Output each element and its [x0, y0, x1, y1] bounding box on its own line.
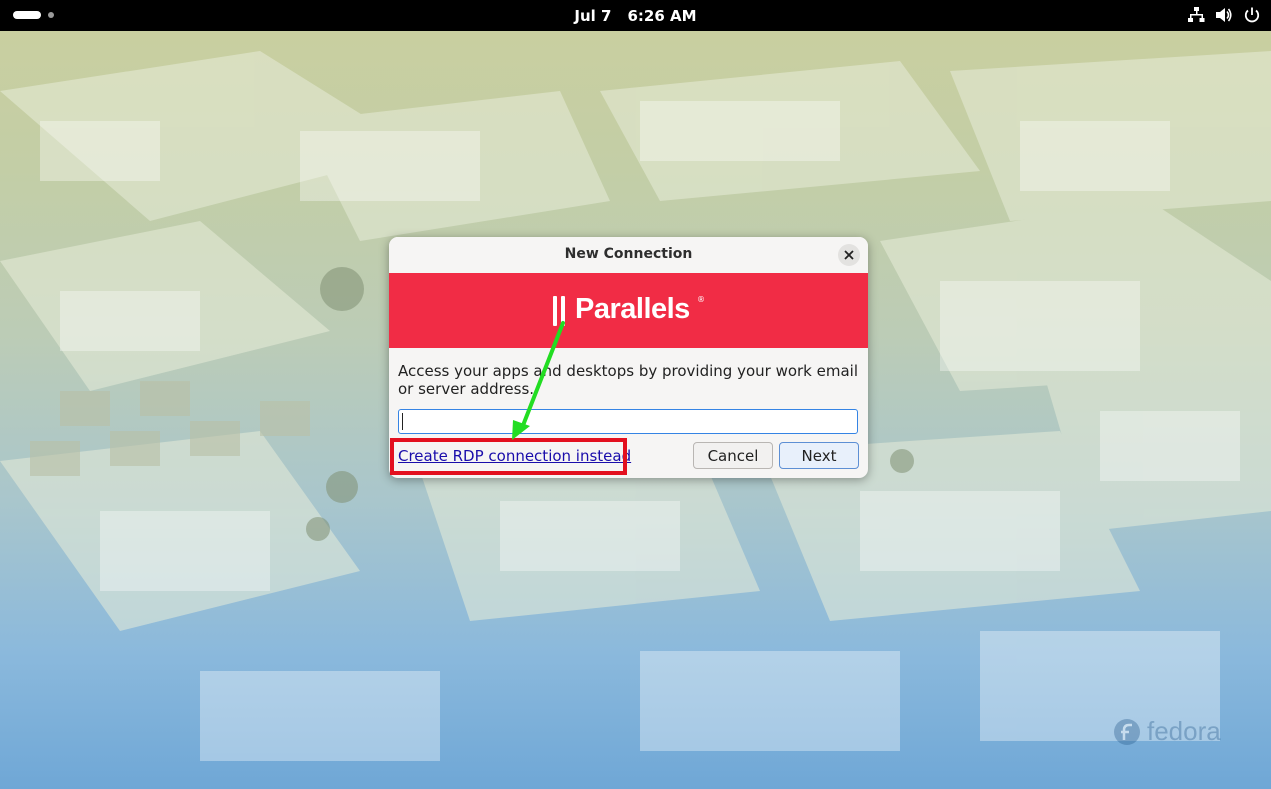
desktop-screen: Jul 7 6:26 AM New Connection Parallels ®… — [0, 0, 1271, 789]
brand-registered-mark: ® — [697, 295, 705, 304]
close-button[interactable] — [838, 244, 860, 266]
workspace-icon — [13, 11, 41, 19]
power-icon — [1244, 7, 1260, 23]
clock-time: 6:26 AM — [627, 6, 697, 25]
dialog-title: New Connection — [564, 246, 693, 262]
workspace-dot-icon — [48, 12, 54, 18]
brand-name: Parallels — [575, 293, 690, 325]
fedora-wordmark: fedora — [1147, 716, 1221, 746]
clock-date: Jul 7 — [574, 6, 612, 25]
network-icon — [1188, 7, 1205, 22]
system-tray[interactable] — [1187, 6, 1261, 24]
address-input[interactable] — [398, 409, 858, 434]
highlight-box — [390, 438, 627, 475]
close-icon — [844, 250, 854, 260]
parallels-logo-icon — [553, 296, 565, 326]
volume-icon — [1216, 8, 1232, 22]
top-bar: Jul 7 6:26 AM — [0, 0, 1271, 31]
next-button[interactable]: Next — [779, 442, 859, 469]
text-caret — [402, 413, 403, 430]
cancel-button[interactable]: Cancel — [693, 442, 773, 469]
fedora-watermark: fedora — [1113, 716, 1221, 747]
fedora-logo-icon — [1114, 718, 1140, 745]
instructions-text: Access your apps and desktops by providi… — [398, 362, 858, 398]
activities-button[interactable] — [13, 11, 54, 19]
dialog-header: New Connection — [389, 237, 868, 273]
clock[interactable]: Jul 7 6:26 AM — [0, 0, 1271, 31]
brand-banner: Parallels ® — [389, 273, 868, 348]
